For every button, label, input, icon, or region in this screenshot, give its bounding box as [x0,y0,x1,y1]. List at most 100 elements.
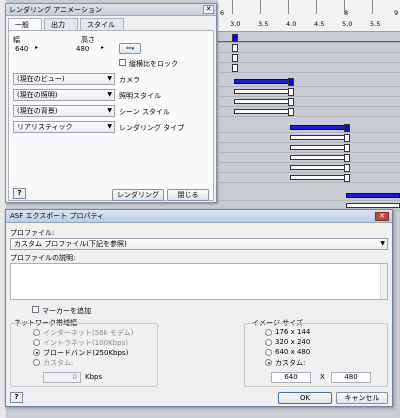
close-icon[interactable]: ✕ [375,212,389,221]
cancel-button[interactable]: キャンセル [336,392,388,404]
scene-style-label: シーン スタイル [119,108,170,116]
times-sign: X [320,373,325,381]
network-radio-intranet[interactable] [33,339,40,346]
help-button[interactable]: ? [10,392,23,403]
chevron-down-icon: ▼ [107,75,112,82]
ruler-tick-label: 5.5 [370,20,381,28]
lighting-style-label: 照明スタイル [119,92,161,100]
profile-description-label: プロファイルの説明: [10,254,76,262]
ruler-major-tick [344,0,345,14]
size-radio-320x240[interactable] [265,339,272,346]
ruler-tick-label: 4.0 [286,20,297,28]
animation-clip[interactable] [290,135,346,140]
keyframe[interactable] [344,134,350,142]
keyframe[interactable] [344,144,350,152]
close-icon[interactable]: ✕ [203,5,214,14]
keyframe[interactable] [288,78,294,86]
animation-clip[interactable] [290,125,346,130]
track-row[interactable] [218,53,400,63]
animation-clip[interactable] [290,175,346,180]
track-row[interactable] [218,87,400,97]
track-row[interactable] [218,63,400,73]
profile-description-box[interactable] [10,263,388,300]
ruler-tick-label: 9 [394,9,399,17]
animation-clip[interactable] [234,89,290,94]
size-radio-640x480[interactable] [265,349,272,356]
animation-clip[interactable] [346,203,400,208]
keyframe[interactable] [288,108,294,116]
dialog-title-bar[interactable]: ASF エクスポート プロパティ [6,210,392,223]
ruler-major-tick [316,0,317,14]
track-row[interactable] [218,33,400,43]
animation-clip[interactable] [234,79,290,84]
height-value[interactable]: 480 [76,45,89,53]
rendering-animation-dialog: レンダリング アニメーション ✕ 一般 出力 スタイル 幅 高さ 640 ▸ 4… [5,3,217,203]
camera-combo[interactable]: (現在のビュー) ▼ [13,73,115,85]
network-radio-broadband[interactable] [33,349,40,356]
track-row[interactable] [218,107,400,117]
track-row[interactable] [218,143,400,153]
track-row[interactable] [218,123,400,133]
height-label: 高さ [81,36,95,44]
keyframe[interactable] [288,98,294,106]
width-spinner-arrow-icon[interactable]: ▸ [35,44,38,51]
ruler-tick-label: 6 [220,9,225,17]
animation-clip[interactable] [346,193,400,198]
lighting-combo[interactable]: (現在の照明) ▼ [13,89,115,101]
ok-button[interactable]: OK [278,392,332,404]
custom-kbps-input[interactable]: 0 [43,372,81,383]
track-row[interactable] [218,173,400,183]
size-preset-button[interactable]: ⇔▾ [119,43,141,54]
custom-height-input[interactable]: 480 [331,372,371,383]
keyframe[interactable] [288,88,294,96]
tab-style[interactable]: スタイル [80,18,124,30]
add-markers-checkbox[interactable] [32,306,39,313]
animation-clip[interactable] [290,155,346,160]
keyframe[interactable] [344,154,350,162]
scene-combo[interactable]: (現在の背景) ▼ [13,105,115,117]
tab-output[interactable]: 出力 [44,18,78,30]
track-row[interactable] [218,153,400,163]
keyframe[interactable] [344,124,350,132]
width-value[interactable]: 640 [15,45,28,53]
height-spinner-arrow-icon[interactable]: ▸ [101,44,104,51]
add-markers-label: マーカーを追加 [42,307,91,315]
keyframe[interactable] [232,44,238,52]
close-button[interactable]: 閉じる [167,189,209,201]
help-button[interactable]: ? [13,188,26,199]
custom-width-input[interactable]: 640 [271,372,311,383]
scrollbar[interactable] [380,264,387,299]
keyframe[interactable] [232,54,238,62]
profile-combo[interactable]: カスタム プロファイル(下記を参照) ▼ [10,238,388,250]
network-bandwidth-group: インターネット(56k モデム) イントラネット(100Kbps) ブロードバン… [10,323,158,387]
animation-clip[interactable] [234,109,290,114]
asf-export-properties-dialog: ASF エクスポート プロパティ ✕ プロファイル: カスタム プロファイル(下… [5,209,393,407]
dialog-title-bar[interactable]: レンダリング アニメーション [6,4,216,16]
chevron-down-icon: ▼ [380,240,385,247]
dialog-title: レンダリング アニメーション [9,6,102,14]
animation-clip[interactable] [234,99,290,104]
keyframe[interactable] [344,174,350,182]
ruler-tick-label: 4.5 [314,20,325,28]
track-row[interactable] [218,191,400,201]
render-type-combo[interactable]: リアリスティック ▼ [13,121,115,133]
render-button[interactable]: レンダリング [112,189,164,201]
network-radio-custom[interactable] [33,359,40,366]
track-row[interactable] [218,43,400,53]
track-row[interactable] [218,97,400,107]
size-option-label: 320 x 240 [275,338,311,346]
keyframe[interactable] [344,164,350,172]
keyframe[interactable] [232,64,238,72]
animation-clip[interactable] [290,145,346,150]
timeline-ruler[interactable]: 6 3.0 3.5 4.0 4.5 5.0 5.5 8 9 [218,0,400,32]
animation-clip[interactable] [290,165,346,170]
size-radio-custom[interactable] [265,359,272,366]
aspect-lock-checkbox[interactable] [119,59,126,66]
keyframe[interactable] [232,34,238,42]
track-row[interactable] [218,163,400,173]
track-row[interactable] [218,77,400,87]
kbps-unit-label: Kbps [85,373,103,381]
size-radio-176x144[interactable] [265,329,272,336]
track-row[interactable] [218,133,400,143]
network-radio-56k[interactable] [33,329,40,336]
